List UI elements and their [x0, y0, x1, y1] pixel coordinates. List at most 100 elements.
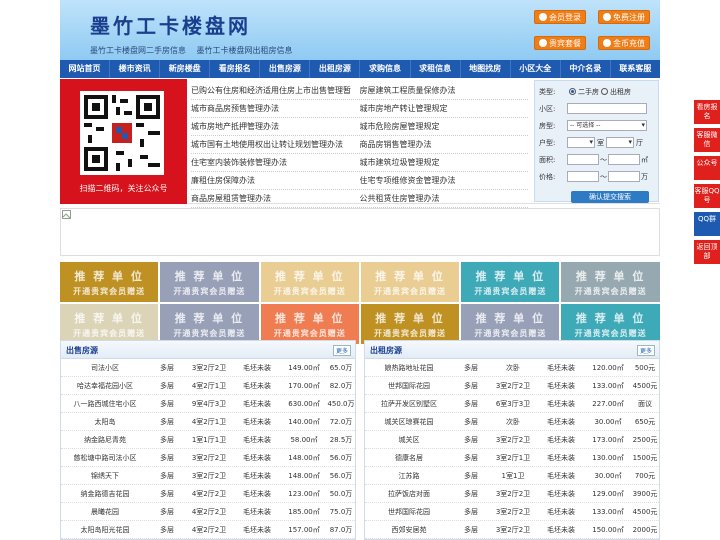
listing-cell[interactable]: 江苏路 [365, 467, 453, 484]
listing-row[interactable]: 城关区琼赛花园 多层 次卧 毛坯未装 30.00㎡ 650元 [365, 413, 659, 431]
nav-item-home[interactable]: 网站首页 [60, 60, 111, 78]
recommended-unit[interactable]: 推 荐 单 位开通贵宾会员赠送 [160, 262, 259, 302]
listing-cell[interactable]: 城关区 [365, 431, 453, 448]
policy-link[interactable]: 住宅室内装饰装修管理办法 [191, 154, 360, 171]
nav-item-agents[interactable]: 中介名录 [561, 60, 611, 78]
listing-cell[interactable]: 哈达幸福花园小区 [61, 377, 149, 394]
listing-row[interactable]: 八一路西城住宅小区 多层 9室4厅3卫 毛坯未装 630.00㎡ 450.0万 [61, 395, 355, 413]
ad-banner-broken-image[interactable] [60, 208, 660, 256]
room-select[interactable] [567, 137, 595, 148]
listing-row[interactable]: 司法小区 多层 3室2厅2卫 毛坯未装 149.00㎡ 65.0万 [61, 359, 355, 377]
listing-row[interactable]: 哈达幸福花园小区 多层 4室2厅1卫 毛坯未装 170.00㎡ 82.0万 [61, 377, 355, 395]
policy-link[interactable]: 城市建筑垃圾管理规定 [360, 154, 529, 171]
policy-link[interactable]: 商品房屋租赁管理办法 [191, 190, 360, 207]
search-submit-button[interactable]: 确认提交搜索 [571, 191, 649, 203]
listing-cell[interactable]: 晨曦花园 [61, 503, 149, 520]
nav-item-map[interactable]: 地图找房 [461, 60, 511, 78]
policy-link[interactable]: 廉租住房保障办法 [191, 172, 360, 189]
listing-row[interactable]: 锦绣天下 多层 3室2厅2卫 毛坯未装 148.00㎡ 56.0万 [61, 467, 355, 485]
recommended-unit[interactable]: 推 荐 单 位开通贵宾会员赠送 [260, 304, 359, 344]
listing-row[interactable]: 拉萨开发区别墅区 多层 6室3厅3卫 毛坯未装 227.00㎡ 面议 [365, 395, 659, 413]
listing-cell[interactable]: 慈松塘中路司法小区 [61, 449, 149, 466]
listing-row[interactable]: 太阳岛 多层 4室2厅1卫 毛坯未装 140.00㎡ 72.0万 [61, 413, 355, 431]
listing-cell[interactable]: 太阳岛阳光花园 [61, 521, 149, 538]
recharge-button[interactable]: 金币充值 [598, 36, 650, 50]
nav-item-contact[interactable]: 联系客服 [611, 60, 660, 78]
listing-cell[interactable]: 拉萨开发区别墅区 [365, 395, 453, 412]
area-min-input[interactable] [567, 154, 599, 165]
recommended-unit[interactable]: 推 荐 单 位开通贵宾会员赠送 [260, 262, 359, 302]
listing-row[interactable]: 娘热路地址花园 多层 次卧 毛坯未装 120.00㎡ 500元 [365, 359, 659, 377]
policy-link[interactable]: 城市房地产抵押管理办法 [191, 118, 360, 135]
site-logo[interactable]: 墨竹工卡楼盘网 [90, 10, 251, 39]
nav-item-want-buy[interactable]: 求购信息 [360, 60, 411, 78]
nav-item-rent[interactable]: 出租房源 [310, 60, 361, 78]
listing-row[interactable]: 江苏路 多层 1室1卫 毛坯未装 30.00㎡ 700元 [365, 467, 659, 485]
community-input[interactable] [567, 103, 647, 114]
listing-cell[interactable]: 拉萨饭店对面 [365, 485, 453, 502]
listing-row[interactable]: 晨曦花园 多层 4室2厅2卫 毛坯未装 185.00㎡ 75.0万 [61, 503, 355, 521]
side-service-wechat[interactable]: 客服微信 [694, 128, 720, 152]
listing-row[interactable]: 西郊安居苑 多层 3室2厅2卫 毛坯未装 150.00㎡ 2000元 [365, 521, 659, 539]
recommended-unit[interactable]: 推 荐 单 位开通贵宾会员赠送 [60, 304, 159, 344]
housetype-select[interactable]: -- 可选择 -- [567, 120, 647, 131]
listing-cell[interactable]: 世邦国际花园 [365, 377, 453, 394]
listing-row[interactable]: 世邦国际花园 多层 3室2厅2卫 毛坯未装 133.00㎡ 4500元 [365, 503, 659, 521]
nav-item-new-homes[interactable]: 新房楼盘 [160, 60, 211, 78]
listing-row[interactable]: 太阳岛阳光花园 多层 4室2厅2卫 毛坯未装 157.00㎡ 87.0万 [61, 521, 355, 539]
listing-cell[interactable]: 娘热路地址花园 [365, 359, 453, 376]
policy-link[interactable]: 住宅专项维修资金管理办法 [360, 172, 529, 189]
side-viewing-signup[interactable]: 看房报名 [694, 100, 720, 124]
listing-cell[interactable]: 八一路西城住宅小区 [61, 395, 149, 412]
recommended-unit[interactable]: 推 荐 单 位开通贵宾会员赠送 [360, 262, 460, 302]
listing-cell[interactable]: 司法小区 [61, 359, 149, 376]
listing-cell[interactable]: 西郊安居苑 [365, 521, 453, 538]
price-min-input[interactable] [567, 171, 599, 182]
listing-cell[interactable]: 纳金路德吉花园 [61, 485, 149, 502]
vip-package-button[interactable]: 贵宾套餐 [534, 36, 586, 50]
side-service-qq[interactable]: 客服QQ号 [694, 184, 720, 208]
recommended-unit[interactable]: 推 荐 单 位开通贵宾会员赠送 [461, 304, 560, 344]
recommended-unit[interactable]: 推 荐 单 位开通贵宾会员赠送 [561, 262, 660, 302]
register-button[interactable]: 免费注册 [598, 10, 650, 24]
policy-link[interactable]: 城市国有土地使用权出让转让规划管理办法 [191, 136, 360, 153]
recommended-unit[interactable]: 推 荐 单 位开通贵宾会员赠送 [160, 304, 259, 344]
login-button[interactable]: 会员登录 [534, 10, 586, 24]
radio-sale[interactable] [569, 88, 576, 95]
recommended-unit[interactable]: 推 荐 单 位开通贵宾会员赠送 [461, 262, 560, 302]
rent-more-link[interactable]: 更多 [636, 345, 655, 356]
nav-item-viewing[interactable]: 看房报名 [210, 60, 261, 78]
radio-rent[interactable] [601, 88, 608, 95]
side-back-to-top[interactable]: 返回顶部 [694, 240, 720, 264]
listing-cell[interactable]: 纳金路尼青苑 [61, 431, 149, 448]
side-qq-group[interactable]: QQ群 [694, 212, 720, 236]
listing-row[interactable]: 纳金路德吉花园 多层 4室2厅2卫 毛坯未装 123.00㎡ 50.0万 [61, 485, 355, 503]
nav-item-want-rent[interactable]: 求租信息 [411, 60, 461, 78]
policy-link[interactable]: 已购公有住房和经济适用住房上市出售管理暂 [191, 82, 360, 99]
policy-link[interactable]: 公共租赁住房管理办法 [360, 190, 529, 207]
side-official-account[interactable]: 公众号 [694, 156, 720, 180]
policy-link[interactable]: 城市危险房屋管理规定 [360, 118, 529, 135]
listing-cell[interactable]: 城关区琼赛花园 [365, 413, 453, 430]
nav-item-news[interactable]: 楼市资讯 [110, 60, 161, 78]
listing-row[interactable]: 慈松塘中路司法小区 多层 3室2厅2卫 毛坯未装 148.00㎡ 56.0万 [61, 449, 355, 467]
listing-row[interactable]: 德康名居 多层 3室2厅1卫 毛坯未装 130.00㎡ 1500元 [365, 449, 659, 467]
policy-link[interactable]: 城市商品房预售管理办法 [191, 100, 360, 117]
price-max-input[interactable] [608, 171, 640, 182]
listing-cell[interactable]: 德康名居 [365, 449, 453, 466]
recommended-unit[interactable]: 推 荐 单 位开通贵宾会员赠送 [60, 262, 159, 302]
recommended-unit[interactable]: 推 荐 单 位开通贵宾会员赠送 [561, 304, 660, 344]
listing-row[interactable]: 世邦国际花园 多层 3室2厅2卫 毛坯未装 133.00㎡ 4500元 [365, 377, 659, 395]
listing-cell[interactable]: 锦绣天下 [61, 467, 149, 484]
hall-select[interactable] [606, 137, 634, 148]
policy-link[interactable]: 城市房地产转让管理规定 [360, 100, 529, 117]
area-max-input[interactable] [608, 154, 640, 165]
nav-item-communities[interactable]: 小区大全 [511, 60, 561, 78]
sale-more-link[interactable]: 更多 [332, 345, 351, 356]
recommended-unit[interactable]: 推 荐 单 位开通贵宾会员赠送 [360, 304, 460, 344]
listing-row[interactable]: 纳金路尼青苑 多层 1室1厅1卫 毛坯未装 58.00㎡ 28.5万 [61, 431, 355, 449]
policy-link[interactable]: 房屋建筑工程质量保修办法 [360, 82, 529, 99]
nav-item-sale[interactable]: 出售房源 [260, 60, 311, 78]
listing-cell[interactable]: 太阳岛 [61, 413, 149, 430]
listing-row[interactable]: 拉萨饭店对面 多层 3室2厅2卫 毛坯未装 129.00㎡ 3900元 [365, 485, 659, 503]
